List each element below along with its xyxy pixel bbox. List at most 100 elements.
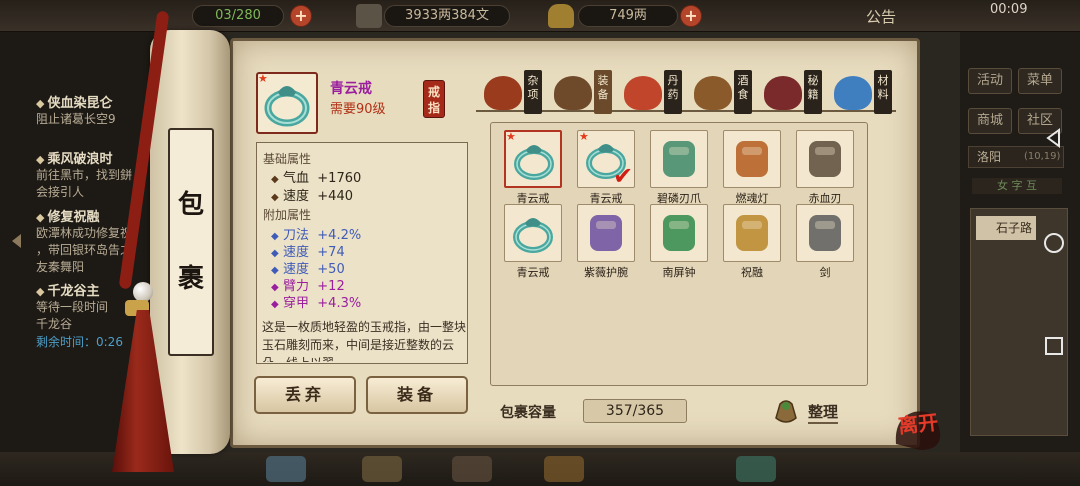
category-tab[interactable]: 材料 — [830, 70, 896, 114]
misc-jar-icon — [484, 76, 522, 110]
inventory-slot[interactable] — [723, 204, 781, 262]
inventory-slot[interactable] — [723, 130, 781, 188]
sack-menu-icon[interactable] — [544, 456, 584, 482]
attr-value: +4.3% — [317, 296, 362, 311]
leave-button[interactable]: 离开 — [897, 406, 940, 439]
category-tab[interactable]: 杂项 — [480, 70, 546, 114]
gold-display: 749两 — [578, 5, 678, 27]
inventory-item-name: 祝融 — [741, 266, 763, 279]
pill-icon — [624, 76, 662, 110]
item-level-requirement: 需要90级 — [330, 102, 386, 117]
wine-food-icon — [694, 76, 732, 110]
category-label: 装备 — [594, 70, 612, 114]
lantern-icon — [736, 141, 768, 177]
android-home-icon[interactable] — [1043, 232, 1065, 254]
quality-star-icon: ★ — [258, 72, 268, 85]
road-label: 石子路 — [976, 216, 1036, 240]
item-name: 青云戒 — [330, 81, 372, 97]
quest-title: 修复祝融 — [36, 206, 166, 225]
attr-name: 气血 — [283, 171, 310, 186]
bracer-icon — [590, 215, 622, 251]
attr-value: +440 — [317, 189, 353, 204]
inventory-slot[interactable] — [796, 130, 854, 188]
inventory-item-name: 剑 — [819, 266, 831, 279]
item-type-tag: 戒指 — [423, 80, 445, 118]
inventory-slot[interactable] — [504, 204, 562, 262]
inventory-item-name: 紫薇护腕 — [584, 266, 628, 279]
jade-ring-icon — [513, 218, 553, 253]
category-tab[interactable]: 酒食 — [690, 70, 756, 114]
scroll-title-char: 裹 — [177, 264, 204, 294]
inventory-slot[interactable] — [650, 204, 708, 262]
quality-star-icon: ★ — [506, 130, 516, 143]
discard-button[interactable]: 丢弃 — [254, 376, 356, 414]
channel-tabs[interactable]: 女 字 互 — [972, 178, 1062, 194]
item-description: 这是一枚质地轻盈的玉戒指，由一整块玉石雕刻而来，中间是接近整数的云朵，线上以翠 — [262, 320, 466, 362]
sack-icon — [775, 400, 797, 423]
blade-icon — [809, 141, 841, 177]
quest-line: ，带回银环岛告之 — [36, 243, 133, 257]
equipped-check-icon: ✔ — [613, 162, 634, 190]
sort-button[interactable]: 整理 — [772, 396, 852, 426]
equipment-weapons-icon — [554, 76, 592, 110]
collapse-arrow-icon[interactable] — [12, 234, 21, 248]
inventory-item-name: 南屏钟 — [662, 266, 696, 279]
quest-line: 友秦舞阳 — [36, 260, 85, 274]
capacity-value: 357/365 — [583, 399, 687, 423]
sort-label: 整理 — [808, 401, 839, 424]
claw-icon — [663, 141, 695, 177]
inventory-slot[interactable] — [577, 204, 635, 262]
clock: 00:09 — [990, 2, 1028, 17]
category-label: 丹药 — [664, 70, 682, 114]
crystal-icon — [834, 76, 872, 110]
attr-name: 速度 — [283, 189, 310, 204]
category-label: 杂项 — [524, 70, 542, 114]
extra-attribute-row: ◆ 穿甲 +4.3% — [271, 292, 361, 311]
copper-coin-icon — [356, 4, 382, 28]
add-gold-button[interactable]: + — [680, 5, 702, 27]
boat-menu-icon[interactable] — [452, 456, 492, 482]
inventory-item-name: 青云戒 — [516, 266, 550, 279]
menu-button[interactable]: 菜单 — [1018, 68, 1062, 94]
inventory-slot[interactable] — [650, 130, 708, 188]
inventory-slot[interactable] — [796, 204, 854, 262]
add-capacity-button[interactable]: + — [290, 5, 312, 27]
gold-ingot-icon — [548, 4, 574, 28]
attr-value: +1760 — [317, 171, 362, 186]
quality-star-icon: ★ — [579, 130, 589, 143]
map-menu-icon[interactable] — [736, 456, 776, 482]
category-tab[interactable]: 丹药 — [620, 70, 686, 114]
ring-menu-icon[interactable] — [266, 456, 306, 482]
android-recents-icon[interactable] — [1044, 336, 1064, 356]
scroll-title-char: 包 — [177, 190, 204, 220]
notice-button[interactable]: 公告 — [866, 6, 896, 27]
sword-icon — [809, 215, 841, 251]
scroll-title-band — [168, 128, 214, 356]
quest-line: 会接引人 — [36, 185, 85, 199]
category-label: 酒食 — [734, 70, 752, 114]
category-label: 秘籍 — [804, 70, 822, 114]
shop-button[interactable]: 商城 — [968, 108, 1012, 134]
bell-icon — [663, 215, 695, 251]
diamond-bullet-icon: ◆ — [271, 299, 279, 310]
money-display: 3933两384文 — [384, 5, 510, 27]
equip-button[interactable]: 装备 — [366, 376, 468, 414]
quest-item[interactable]: 修复祝融 欧潭林成功修复祝 ，带回银环岛告之 友秦舞阳 — [36, 206, 166, 276]
category-tab[interactable]: 秘籍 — [760, 70, 826, 114]
capacity-label: 包裹容量 — [500, 405, 556, 421]
base-attributes-header: 基础属性 — [263, 152, 312, 166]
attr-name: 穿甲 — [283, 296, 310, 311]
book-icon — [764, 76, 802, 110]
quest-line: 欧潭林成功修复祝 — [36, 226, 133, 240]
android-back-icon[interactable] — [1044, 128, 1064, 148]
location-coords: (10,19) — [1024, 151, 1061, 162]
ornament-icon — [736, 215, 768, 251]
category-label: 材料 — [874, 70, 892, 114]
base-attribute-row: ◆ 气血 +1760 — [271, 171, 362, 186]
category-tab[interactable]: 装备 — [550, 70, 616, 114]
activity-button[interactable]: 活动 — [968, 68, 1012, 94]
scroll-menu-icon[interactable] — [362, 456, 402, 482]
extra-attributes-header: 附加属性 — [263, 208, 312, 222]
capacity-pill: 03/280 — [192, 5, 284, 27]
jade-bead-icon — [133, 282, 153, 302]
